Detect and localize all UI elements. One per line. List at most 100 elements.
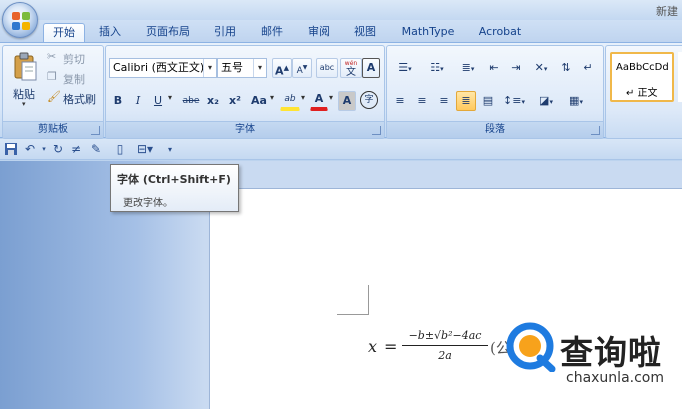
distribute-button[interactable]: ▤ <box>478 91 498 111</box>
chevron-down-icon[interactable]: ▾ <box>329 93 333 102</box>
format-painter-button[interactable]: 🖌 格式刷 <box>47 90 103 106</box>
tab-review[interactable]: 审阅 <box>301 23 337 42</box>
cut-button[interactable]: ✂ 剪切 <box>47 50 101 66</box>
tab-view[interactable]: 视图 <box>347 23 383 42</box>
show-marks-button[interactable]: ↵ <box>579 58 597 78</box>
tab-mathtype[interactable]: MathType <box>394 23 462 42</box>
paint-bucket-icon: ◪ <box>539 94 550 107</box>
font-launcher-icon[interactable] <box>372 126 381 135</box>
chevron-down-icon[interactable]: ▾ <box>168 93 172 102</box>
subscript-button[interactable]: x₂ <box>204 91 222 111</box>
line-spacing-button[interactable]: ↕≡▾ <box>500 91 528 111</box>
italic-button[interactable]: I <box>129 91 147 111</box>
tab-acrobat[interactable]: Acrobat <box>472 23 528 42</box>
shrink-font-button[interactable]: A▼ <box>292 58 312 78</box>
shading-button[interactable]: ◪▾ <box>532 91 560 111</box>
align-left-button[interactable]: ≡ <box>390 91 410 111</box>
enclose-characters-icon: 字 <box>364 95 374 105</box>
tab-insert[interactable]: 插入 <box>92 23 128 42</box>
tab-mailings[interactable]: 邮件 <box>254 23 290 42</box>
page-layout-icon[interactable]: ⊟▾ <box>134 142 156 157</box>
multilevel-list-icon: ≣ <box>461 61 471 74</box>
align-right-button[interactable]: ≡ <box>434 91 454 111</box>
subscript-icon: x₂ <box>207 94 219 107</box>
copy-button[interactable]: ❐ 复制 <box>47 70 101 86</box>
clipboard-launcher-icon[interactable] <box>91 126 100 135</box>
bullet-list-icon: ☰ <box>398 61 409 74</box>
chevron-down-icon[interactable]: ▾ <box>203 59 216 77</box>
office-button[interactable] <box>2 2 38 38</box>
new-document-icon[interactable]: ▯ <box>112 142 128 157</box>
chevron-down-icon[interactable]: ▾ <box>301 93 305 102</box>
font-name-combo[interactable]: Calibri (西文正文) ▾ <box>109 58 217 78</box>
style-next-tile[interactable] <box>678 52 682 102</box>
decrease-indent-button[interactable]: ⇤ <box>484 58 504 78</box>
office-logo-icon <box>12 12 30 30</box>
paragraph-mark-icon: ↵ <box>583 61 593 74</box>
character-border-button[interactable]: A <box>362 58 380 78</box>
highlight-button[interactable]: ab <box>280 91 300 111</box>
watermark-url: chaxunla.com <box>566 370 664 386</box>
cut-label: 剪切 <box>63 53 85 66</box>
equation-numerator: −b±√b²−4ac <box>408 329 482 342</box>
copy-icon: ❐ <box>47 70 57 83</box>
paste-button[interactable]: 粘贴 ▾ <box>9 50 41 108</box>
multilevel-list-button[interactable]: ≣▾ <box>454 58 482 78</box>
chinese-layout-button[interactable]: ✕▾ <box>528 58 554 78</box>
search-logo-icon <box>506 322 556 373</box>
paragraph-group: ☰▾ ☷▾ ≣▾ ⇤ ⇥ ✕▾ ⇅ ↵ ≡ ≡ ≡ ≣ ▤ ↕≡▾ ◪▾ ▦▾ … <box>386 45 604 139</box>
sort-button[interactable]: ⇅ <box>556 58 576 78</box>
customize-toolbar-icon[interactable]: ▾ <box>162 142 178 157</box>
font-color-button[interactable]: A <box>310 91 328 111</box>
increase-indent-button[interactable]: ⇥ <box>506 58 526 78</box>
font-size-combo[interactable]: 五号 ▾ <box>217 58 267 78</box>
align-right-icon: ≡ <box>439 94 449 107</box>
numbered-list-icon: ☷ <box>430 61 441 74</box>
bold-button[interactable]: B <box>109 91 127 111</box>
edit-icon[interactable]: ✎ <box>88 142 104 157</box>
style-preview-text: AaBbCcDd <box>616 62 669 73</box>
grow-font-button[interactable]: A▲ <box>272 58 292 78</box>
increase-indent-icon: ⇥ <box>511 61 521 74</box>
tab-references[interactable]: 引用 <box>207 23 243 42</box>
strikethrough-button[interactable]: abe <box>180 91 202 111</box>
borders-icon: ▦ <box>569 94 580 107</box>
font-tooltip: 字体 (Ctrl+Shift+F) 更改字体。 <box>110 164 239 212</box>
paragraph-launcher-icon[interactable] <box>591 126 600 135</box>
superscript-button[interactable]: x² <box>226 91 244 111</box>
copy-label: 复制 <box>63 73 85 86</box>
insert-symbol-icon[interactable]: ≠ <box>68 142 84 157</box>
equation-equals: = <box>384 337 398 356</box>
change-case-icon: Aa <box>251 94 267 107</box>
chevron-down-icon[interactable]: ▾ <box>253 59 266 77</box>
align-center-button[interactable]: ≡ <box>412 91 432 111</box>
superscript-icon: x² <box>229 94 241 107</box>
justify-button[interactable]: ≣ <box>456 91 476 111</box>
borders-button[interactable]: ▦▾ <box>562 91 590 111</box>
equation-denominator: 2a <box>438 349 452 362</box>
paste-icon <box>14 52 37 81</box>
underline-icon: U <box>153 94 163 107</box>
phonetic-guide-button[interactable]: wén 文 <box>340 58 362 78</box>
font-group-label: 字体 <box>106 121 384 138</box>
chevron-down-icon[interactable]: ▾ <box>270 93 274 102</box>
font-group: Calibri (西文正文) ▾ 五号 ▾ A▲ A▼ abc wén 文 A … <box>105 45 385 139</box>
enclose-characters-button[interactable]: 字 <box>360 91 378 109</box>
clear-formatting-button[interactable]: abc <box>316 58 338 78</box>
chinese-layout-icon: ✕ <box>534 61 544 74</box>
save-icon[interactable] <box>3 142 19 157</box>
bullets-button[interactable]: ☰▾ <box>390 58 420 78</box>
tab-home[interactable]: 开始 <box>43 23 85 43</box>
numbering-button[interactable]: ☷▾ <box>422 58 452 78</box>
underline-button[interactable]: U <box>149 91 167 111</box>
character-shading-button[interactable]: A <box>338 91 356 111</box>
redo-icon[interactable]: ↻ <box>50 142 66 157</box>
line-spacing-icon: ↕≡ <box>503 94 522 107</box>
quick-access-toolbar: ↶ ▾ ↻ ≠ ✎ ▯ ⊟▾ ▾ <box>0 139 682 160</box>
paintbrush-icon: 🖌 <box>47 90 61 103</box>
style-normal-tile[interactable]: AaBbCcDd ↵ 正文 <box>610 52 674 102</box>
change-case-button[interactable]: Aa <box>248 91 270 111</box>
font-size-value: 五号 <box>221 61 243 74</box>
tab-page-layout[interactable]: 页面布局 <box>140 23 196 42</box>
character-border-icon: A <box>366 61 376 74</box>
